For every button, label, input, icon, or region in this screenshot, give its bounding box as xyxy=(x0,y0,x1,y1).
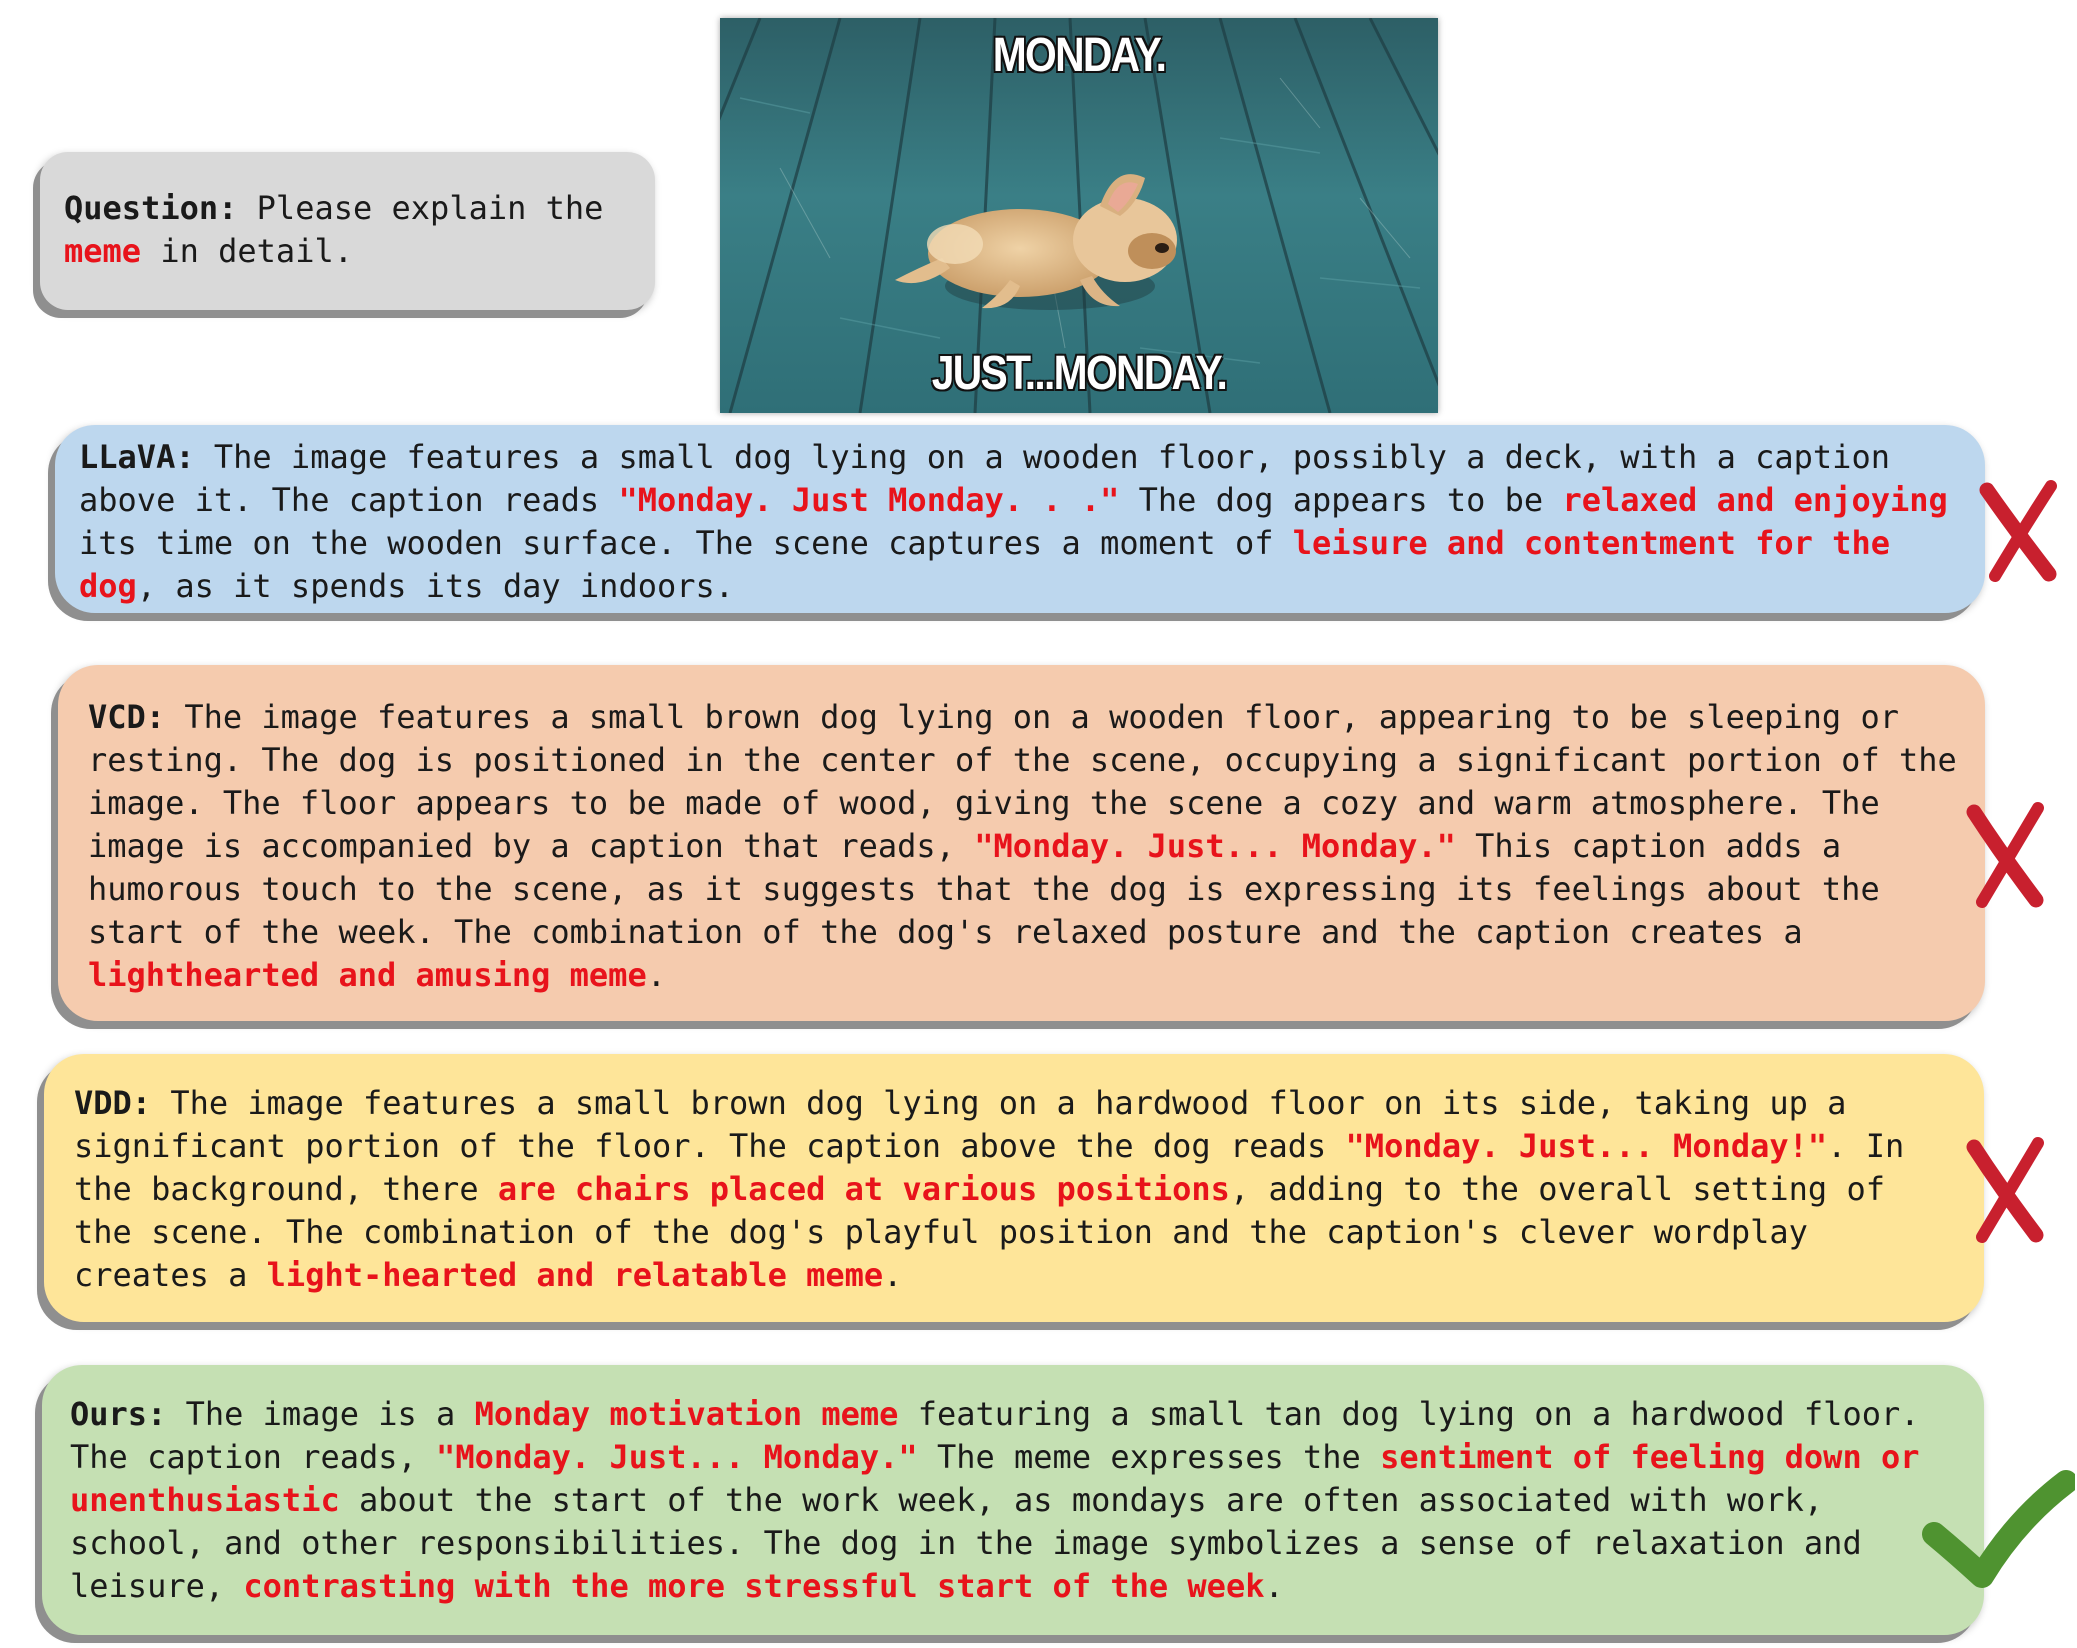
answer-label: VCD: xyxy=(88,698,166,736)
answer-segment: . xyxy=(646,956,666,994)
vcd-answer-text: VCD: The image features a small brown do… xyxy=(88,696,1960,997)
answer-highlight: contrasting with the more stressful star… xyxy=(243,1567,1265,1605)
cross-icon xyxy=(1966,802,2044,908)
ours-answer-text: Ours: The image is a Monday motivation m… xyxy=(70,1393,1960,1608)
answer-segment: The dog appears to be xyxy=(1119,481,1563,519)
answer-segment: , as it spends its day indoors. xyxy=(136,567,735,605)
meme-bottom-caption: JUST...MONDAY. xyxy=(931,346,1229,401)
ours-answer-card: Ours: The image is a Monday motivation m… xyxy=(42,1365,1984,1635)
answer-highlight: are chairs placed at various positions xyxy=(497,1170,1230,1208)
vdd-answer-card: VDD: The image features a small brown do… xyxy=(44,1054,1984,1322)
checkmark-icon xyxy=(1922,1470,2075,1588)
answer-highlight: Monday motivation meme xyxy=(474,1395,899,1433)
answer-segment: its time on the wooden surface. The scen… xyxy=(79,524,1293,562)
question-keyword: meme xyxy=(64,232,142,270)
answer-label: Ours: xyxy=(70,1395,167,1433)
answer-highlight: lighthearted and amusing meme xyxy=(88,956,647,994)
question-segment: in detail. xyxy=(141,232,353,270)
question-label: Question: xyxy=(64,189,238,227)
answer-segment: . xyxy=(883,1256,903,1294)
answer-highlight: relaxed and enjoying xyxy=(1562,481,1948,519)
answer-highlight: "Monday. Just... Monday." xyxy=(436,1438,918,1476)
answer-highlight: "Monday. Just... Monday!" xyxy=(1345,1127,1828,1165)
answer-label: VDD: xyxy=(74,1084,152,1122)
meme-top-caption: MONDAY. xyxy=(992,28,1168,83)
cross-icon xyxy=(1979,480,2057,582)
answer-segment: . xyxy=(1264,1567,1284,1605)
answer-segment: The meme expresses the xyxy=(917,1438,1381,1476)
meme-image: MONDAY. JUST...MONDAY. xyxy=(720,18,1438,413)
vdd-answer-text: VDD: The image features a small brown do… xyxy=(74,1082,1954,1297)
answer-segment: The image is a xyxy=(166,1395,475,1433)
question-card: Question: Please explain the meme in det… xyxy=(40,152,655,310)
llava-answer-card: LLaVA: The image features a small dog ly… xyxy=(55,425,1985,613)
llava-answer-text: LLaVA: The image features a small dog ly… xyxy=(79,436,1961,608)
vcd-answer-card: VCD: The image features a small brown do… xyxy=(58,665,1985,1021)
answer-label: LLaVA: xyxy=(79,438,195,476)
cross-icon xyxy=(1966,1137,2044,1243)
answer-highlight: light-hearted and relatable meme xyxy=(266,1256,884,1294)
question-text: Question: Please explain the meme in det… xyxy=(64,187,631,273)
answer-highlight: "Monday. Just... Monday." xyxy=(974,827,1456,865)
question-segment: Please explain the xyxy=(237,189,604,227)
answer-highlight: "Monday. Just Monday. . ." xyxy=(618,481,1120,519)
